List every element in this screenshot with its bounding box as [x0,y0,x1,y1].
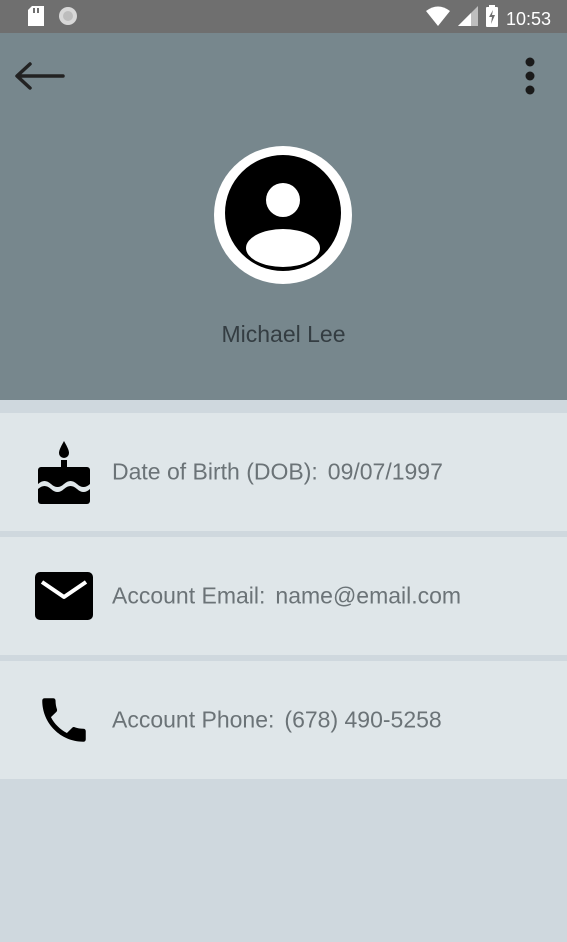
email-row: Account Email: name@email.com [0,537,567,655]
phone-row: Account Phone: (678) 490-5258 [0,661,567,779]
battery-charging-icon [485,5,498,32]
status-bar: 10:53 [0,0,567,33]
sd-card-icon [28,6,44,31]
phone-icon [34,690,94,750]
account-circle-icon [225,154,341,276]
wifi-icon [425,6,450,31]
dob-value: 09/07/1997 [327,458,443,485]
circle-indicator-icon [58,6,78,31]
email-text: Account Email: name@email.com [112,583,461,610]
phone-value: (678) 490-5258 [284,706,442,733]
back-button[interactable] [12,60,66,96]
user-name: Michael Lee [221,321,346,347]
profile-header: Michael Lee [0,33,567,400]
status-left-icons [28,6,78,31]
cake-icon [34,441,94,504]
dob-text: Date of Birth (DOB): 09/07/1997 [112,459,443,486]
dob-row: Date of Birth (DOB): 09/07/1997 [0,413,567,531]
dob-label: Date of Birth (DOB): [112,458,318,485]
status-right-icons: 10:53 [425,5,551,32]
more-options-button[interactable] [515,57,545,99]
more-vertical-icon [525,57,535,100]
arrow-left-icon [13,61,65,96]
phone-text: Account Phone: (678) 490-5258 [112,707,442,734]
email-label: Account Email: [112,582,266,609]
email-value: name@email.com [275,582,462,609]
status-time: 10:53 [505,8,551,29]
signal-icon [457,6,478,31]
phone-label: Account Phone: [112,706,275,733]
account-details-list: Date of Birth (DOB): 09/07/1997 Account E… [0,413,567,785]
email-icon [34,566,94,626]
avatar[interactable] [214,146,352,284]
